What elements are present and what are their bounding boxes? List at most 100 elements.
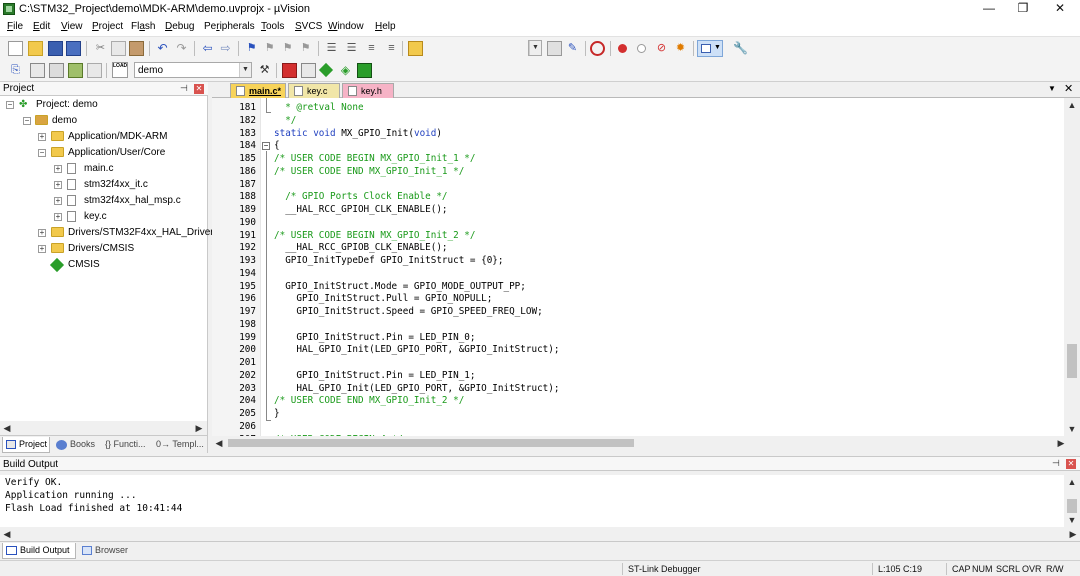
scroll-right-icon[interactable]: ▶ — [1054, 436, 1068, 450]
configure-icon[interactable]: 🔧 — [733, 41, 748, 56]
new-file-icon[interactable] — [8, 41, 23, 56]
menu-project[interactable]: Project — [92, 21, 123, 32]
close-window-button[interactable]: ✕ — [1043, 0, 1077, 19]
unindent-icon[interactable]: ☰ — [344, 41, 359, 56]
scroll-down-icon[interactable]: ▼ — [1065, 513, 1079, 527]
stop-build-icon[interactable] — [87, 63, 102, 78]
project-horizontal-scrollbar[interactable]: ◀ ▶ — [0, 421, 208, 435]
paste-icon[interactable] — [129, 41, 144, 56]
scroll-left-icon[interactable]: ◀ — [0, 421, 14, 435]
tree-file-main-c[interactable]: main.c — [84, 162, 113, 176]
close-editor-icon[interactable]: ✕ — [1064, 82, 1073, 95]
window-layout-button[interactable]: ▼ — [697, 40, 723, 57]
scroll-right-icon[interactable]: ▶ — [192, 421, 206, 435]
tree-group-application-mdk-arm[interactable]: Application/MDK-ARM — [68, 130, 167, 144]
expand-toggle[interactable]: + — [38, 245, 46, 253]
vertical-scroll-thumb[interactable] — [1067, 499, 1077, 513]
tree-file-stm32f4xx-it-c[interactable]: stm32f4xx_it.c — [84, 178, 148, 192]
copy-icon[interactable] — [111, 41, 126, 56]
kill-breakpoints-icon[interactable]: ✹ — [673, 41, 688, 56]
bookmark-icon[interactable]: ⚑ — [244, 41, 259, 56]
scroll-down-icon[interactable]: ▼ — [1065, 422, 1079, 436]
open-file-icon[interactable] — [28, 41, 43, 56]
comment-icon[interactable]: ≡ — [364, 41, 379, 56]
vertical-scroll-thumb[interactable] — [1067, 344, 1077, 378]
download-button[interactable]: LOAD — [112, 62, 128, 78]
clear-bookmarks-icon[interactable]: ⚑ — [298, 41, 313, 56]
navigate-back-icon[interactable]: ⇦ — [200, 41, 215, 56]
restore-button[interactable]: ❐ — [1006, 0, 1040, 19]
editor-tab-key-h[interactable]: key.h — [342, 83, 394, 98]
tree-group-drivers-cmsis[interactable]: Drivers/CMSIS — [68, 242, 134, 256]
manage-rte-icon[interactable] — [301, 63, 316, 78]
tab-browser[interactable]: Browser — [79, 543, 135, 559]
collapse-toggle[interactable]: − — [23, 117, 31, 125]
expand-toggle[interactable]: + — [38, 133, 46, 141]
menu-peripherals[interactable]: Peripherals — [204, 21, 255, 32]
scroll-up-icon[interactable]: ▲ — [1065, 98, 1079, 112]
tree-group-application-user-core[interactable]: Application/User/Core — [68, 146, 165, 160]
expand-toggle[interactable]: + — [54, 181, 62, 189]
scroll-right-icon[interactable]: ▶ — [1066, 527, 1080, 541]
file-extensions-icon[interactable] — [282, 63, 297, 78]
expand-toggle[interactable]: + — [54, 165, 62, 173]
expand-toggle[interactable]: + — [54, 213, 62, 221]
collapse-toggle[interactable]: − — [38, 149, 46, 157]
expand-toggle[interactable]: + — [54, 197, 62, 205]
translate-icon[interactable]: ⎘ — [8, 63, 23, 78]
pin-icon[interactable]: ⊣ — [1052, 458, 1060, 469]
pin-icon[interactable]: ⊣ — [180, 83, 188, 94]
select-packs-icon[interactable] — [318, 62, 334, 78]
tab-functions[interactable]: {} Functi... — [102, 437, 152, 453]
rebuild-icon[interactable] — [49, 63, 64, 78]
tab-project[interactable]: Project — [2, 437, 50, 453]
collapse-toggle[interactable]: − — [6, 101, 14, 109]
debug-session-icon[interactable] — [590, 41, 605, 56]
menu-tools[interactable]: Tools — [261, 21, 284, 32]
scroll-left-icon[interactable]: ◀ — [0, 527, 14, 541]
tab-list-chevron-down-icon[interactable]: ▼ — [1048, 84, 1056, 93]
tree-file-stm32f4xx-hal-msp-c[interactable]: stm32f4xx_hal_msp.c — [84, 194, 181, 208]
expand-toggle[interactable]: + — [38, 229, 46, 237]
save-all-icon[interactable] — [66, 41, 81, 56]
redo-icon[interactable]: ↷ — [174, 41, 189, 56]
build-icon[interactable] — [30, 63, 45, 78]
pack-installer-icon[interactable]: ◈ — [338, 63, 353, 78]
scroll-up-icon[interactable]: ▲ — [1065, 475, 1079, 489]
tree-project-root[interactable]: Project: demo — [36, 98, 98, 112]
disable-breakpoints-icon[interactable]: ⊘ — [654, 41, 669, 56]
target-select[interactable]: demo ▼ — [134, 62, 252, 78]
menu-svcs[interactable]: SVCS — [295, 21, 322, 32]
batch-build-icon[interactable] — [68, 63, 83, 78]
cut-icon[interactable]: ✂ — [93, 41, 108, 56]
fold-collapse-icon[interactable]: − — [262, 142, 270, 150]
component-icon[interactable] — [357, 63, 372, 78]
tree-target[interactable]: demo — [52, 114, 77, 128]
build-output-vertical-scrollbar[interactable]: ▲ ▼ — [1064, 475, 1080, 527]
tree-group-hal-driver[interactable]: Drivers/STM32F4xx_HAL_Driver — [68, 226, 214, 240]
save-icon[interactable] — [48, 41, 63, 56]
find-in-files-icon[interactable] — [408, 41, 423, 56]
tab-build-output[interactable]: Build Output — [2, 543, 76, 559]
code-editor[interactable]: 181 182 183 184 185 186 187 188 189 190 191 192 193 1… — [212, 98, 1064, 436]
find-icon[interactable] — [547, 41, 562, 56]
uncomment-icon[interactable]: ≡ — [384, 41, 399, 56]
navigate-forward-icon[interactable]: ⇨ — [218, 41, 233, 56]
scroll-left-icon[interactable]: ◀ — [212, 436, 226, 450]
editor-tab-key-c[interactable]: key.c — [288, 83, 340, 98]
minimize-button[interactable]: — — [972, 0, 1006, 19]
editor-tab-main-c[interactable]: main.c* — [230, 83, 286, 98]
close-icon[interactable]: ✕ — [1066, 459, 1076, 469]
tab-templates[interactable]: 0→ Templ... — [153, 437, 207, 453]
next-bookmark-icon[interactable]: ⚑ — [280, 41, 295, 56]
menu-flash[interactable]: Flash — [131, 21, 155, 32]
close-icon[interactable]: ✕ — [194, 84, 204, 94]
build-output-text[interactable]: Verify OK. Application running ... Flash… — [0, 475, 1064, 527]
target-options-icon[interactable]: ⚒ — [257, 63, 272, 78]
menu-edit[interactable]: Edit — [33, 21, 50, 32]
undo-icon[interactable]: ↶ — [155, 41, 170, 56]
menu-file[interactable]: File — [7, 21, 23, 32]
prev-bookmark-icon[interactable]: ⚑ — [262, 41, 277, 56]
incremental-find-icon[interactable]: ✎ — [565, 41, 580, 56]
editor-vertical-scrollbar[interactable]: ▲ ▼ — [1064, 98, 1080, 436]
